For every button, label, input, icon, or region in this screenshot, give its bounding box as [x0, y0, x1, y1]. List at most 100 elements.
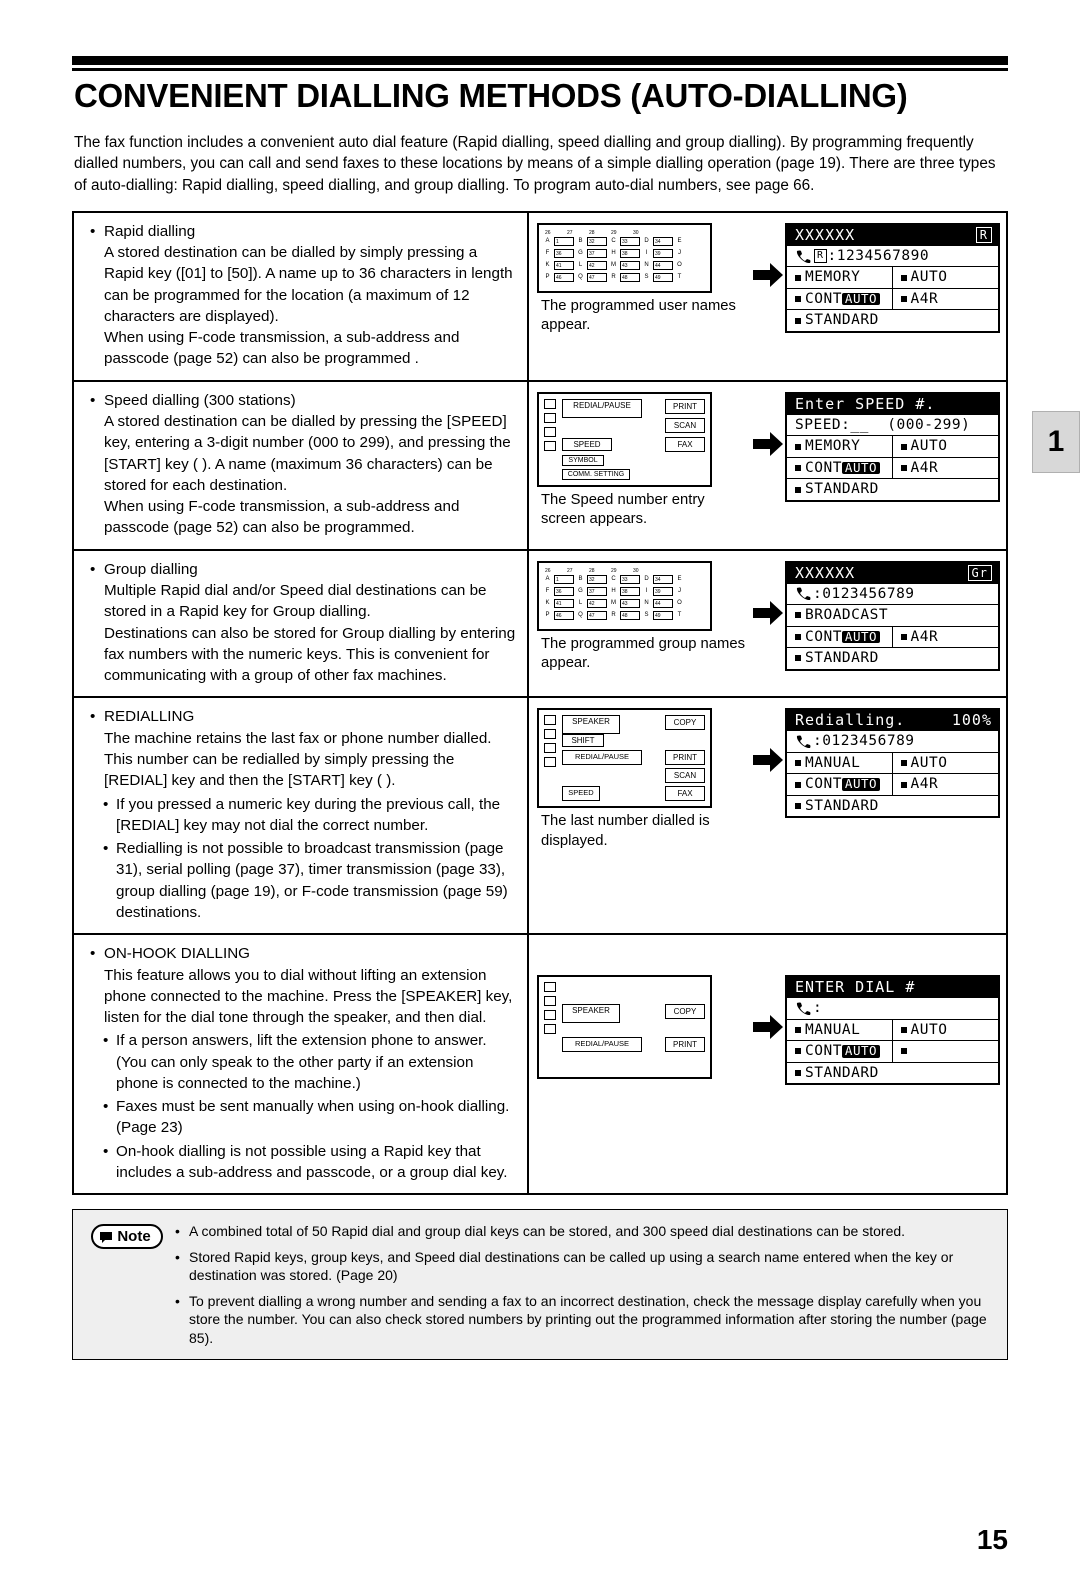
lcd-resolution: STANDARD [805, 650, 879, 667]
speaker-key[interactable]: SPEAKER [562, 1004, 620, 1024]
section-text: Group dialling Multiple Rapid dial and/o… [74, 550, 529, 697]
lcd-display: Redialling. 100% :0123456789 MANUAL AUTO [785, 708, 1000, 819]
symbol-key[interactable]: SYMBOL [562, 454, 604, 466]
note-badge: Note [81, 1222, 173, 1347]
table-row: ON-HOOK DIALLING This feature allows you… [74, 935, 1006, 1194]
lcd-display: XXXXXX R R:1234567890 MEMORY AUTO CONT … [785, 222, 1000, 333]
lcd-number-line: SPEED:__ (000-299) [787, 415, 998, 437]
lcd-auto-mode: AUTO [910, 1021, 948, 1038]
figure-caption: The Speed number entry screen appears. [541, 491, 705, 527]
table-row: Group dialling Multiple Rapid dial and/o… [74, 550, 1006, 699]
section-text: REDIALLING The machine retains the last … [74, 698, 529, 934]
scan-key[interactable]: SCAN [665, 768, 705, 784]
copy-key[interactable]: COPY [665, 1004, 705, 1020]
lcd-number: : [813, 1000, 823, 1017]
lcd-mode-row-1: MANUAL AUTO [787, 1019, 998, 1042]
figure-caption: The last number dialled is displayed. [541, 813, 710, 849]
speed-key[interactable]: SPEED [562, 786, 600, 802]
lcd-contrast-badge: AUTO [841, 292, 881, 306]
lcd-memory-mode: MEMORY [805, 438, 861, 455]
lcd-resolution: STANDARD [805, 312, 879, 329]
section-body: This feature allows you to dial without … [104, 966, 513, 1027]
lcd-resolution-row: STANDARD [787, 479, 998, 500]
chapter-tab: 1 [1032, 411, 1080, 473]
arrow-icon [751, 223, 785, 287]
section-heading: Rapid dialling [90, 221, 517, 243]
section-body: A stored destination can be dialled by p… [104, 413, 511, 537]
figure-caption: The programmed user names appear. [541, 297, 736, 334]
operation-panel: REDIAL/PAUSE PRINT SCAN SPEED FAX SYMBOL… [537, 391, 712, 487]
speed-key[interactable]: SPEED [562, 437, 612, 451]
lcd-mode-badge: R [975, 227, 992, 244]
arrow-icon [751, 975, 785, 1040]
lcd-contrast: CONT [805, 1043, 842, 1060]
lcd-broadcast-row: BROADCAST [787, 605, 998, 627]
section-text: ON-HOOK DIALLING This feature allows you… [74, 935, 529, 1194]
title-rule-thin [72, 68, 1008, 71]
page-title: CONVENIENT DIALLING METHODS (AUTO-DIALLI… [74, 77, 908, 114]
lcd-number-line: :0123456789 [787, 731, 998, 753]
comm-setting-key[interactable]: COMM. SETTING [562, 468, 630, 480]
lcd-title-bar: Enter SPEED #. [787, 393, 998, 415]
lcd-resolution-row: STANDARD [787, 648, 998, 669]
rapid-key-panel: 2627282930 A1 B32 C33 D34 E F36 [537, 222, 712, 293]
lcd-number-line: : [787, 998, 998, 1020]
lcd-number-line: :0123456789 [787, 584, 998, 606]
note-item: To prevent dialling a wrong number and s… [173, 1292, 997, 1347]
lcd-mode-row-2: CONT AUTO A4R [787, 288, 998, 311]
note-item: Stored Rapid keys, group keys, and Speed… [173, 1248, 997, 1285]
operation-panel: SPEAKER COPY REDIAL/PAUSE PRINT [537, 975, 712, 1080]
lcd-resolution: STANDARD [805, 481, 879, 498]
copy-key[interactable]: COPY [665, 715, 705, 731]
lcd-mode-row-1: MEMORY AUTO [787, 267, 998, 289]
rapid-key-panel: 2627282930 A1 B32 C33 D34 E F36 [537, 560, 712, 631]
lcd-contrast: CONT [805, 290, 842, 307]
lcd-paper-size: A4R [910, 459, 939, 476]
section-subbullet: Redialling is not possible to broadcast … [90, 838, 517, 923]
fax-key[interactable]: FAX [665, 436, 705, 452]
table-row: REDIALLING The machine retains the last … [74, 698, 1006, 936]
speaker-key[interactable]: SPEAKER [562, 715, 620, 735]
lcd-contrast-badge: AUTO [841, 778, 881, 791]
note-box: Note A combined total of 50 Rapid dial a… [72, 1209, 1008, 1361]
print-key[interactable]: PRINT [665, 750, 705, 766]
redial-pause-key[interactable]: REDIAL/PAUSE [562, 750, 642, 766]
lcd-title-text: Enter SPEED #. [795, 394, 936, 413]
lcd-mode-row-1: MANUAL AUTO [787, 752, 998, 775]
lcd-display: ENTER DIAL # : MANUAL AUTO CONT AUTO STA… [785, 975, 1000, 1086]
lcd-title-bar: ENTER DIAL # [787, 977, 998, 999]
lcd-contrast: CONT [805, 628, 842, 645]
section-heading: Speed dialling (300 stations) [90, 390, 517, 412]
arrow-icon [751, 392, 785, 456]
section-figure: SPEAKER COPY SHIFT REDIAL/PAUSE PRINT SC… [529, 698, 1006, 933]
section-body: Multiple Rapid dial and/or Speed dial de… [104, 582, 516, 685]
shift-key[interactable]: SHIFT [562, 734, 604, 748]
lcd-number-line: R:1234567890 [787, 246, 998, 268]
lcd-contrast: CONT [805, 776, 842, 793]
lcd-auto-mode: AUTO [910, 438, 948, 455]
lcd-auto-mode: AUTO [910, 269, 948, 286]
lcd-resolution-row: STANDARD [787, 310, 998, 331]
redial-pause-key[interactable]: REDIAL/PAUSE [562, 398, 642, 418]
section-subbullet: If you pressed a numeric key during the … [90, 794, 517, 837]
lcd-paper-size: A4R [910, 290, 939, 307]
note-list: A combined total of 50 Rapid dial and gr… [173, 1222, 997, 1347]
lcd-auto-mode: AUTO [910, 754, 948, 771]
lcd-paper-size: A4R [910, 628, 939, 645]
redial-pause-key[interactable]: REDIAL/PAUSE [562, 1037, 642, 1053]
lcd-title-text: Redialling. [795, 711, 906, 730]
section-heading: REDIALLING [90, 706, 517, 728]
lcd-display: XXXXXX Gr :0123456789 BROADCAST CONT AUTO… [785, 560, 1000, 671]
section-subbullet: Faxes must be sent manually when using o… [90, 1096, 517, 1139]
scan-key[interactable]: SCAN [665, 417, 705, 433]
lcd-mode-row-1: MEMORY AUTO [787, 436, 998, 458]
section-heading: ON-HOOK DIALLING [90, 943, 517, 965]
print-key[interactable]: PRINT [665, 398, 705, 414]
lcd-resolution-row: STANDARD [787, 1063, 998, 1084]
operation-panel: SPEAKER COPY SHIFT REDIAL/PAUSE PRINT SC… [537, 708, 712, 809]
lcd-display: Enter SPEED #. SPEED:__ (000-299) MEMORY… [785, 391, 1000, 502]
section-figure: 2627282930 A1 B32 C33 D34 E F36 [529, 213, 1006, 380]
fax-key[interactable]: FAX [665, 786, 705, 802]
print-key[interactable]: PRINT [665, 1037, 705, 1053]
table-row: Rapid dialling A stored destination can … [74, 212, 1006, 382]
